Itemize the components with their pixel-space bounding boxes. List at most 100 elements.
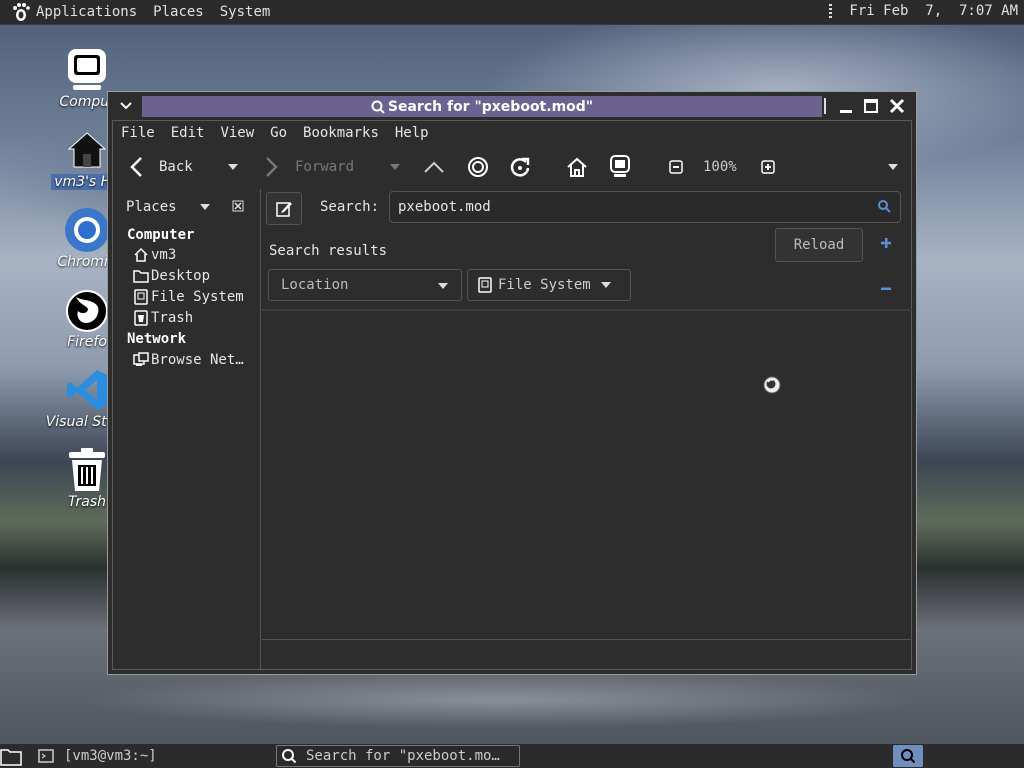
places-menu[interactable]: Places — [153, 4, 204, 20]
forward-button[interactable]: Forward — [263, 147, 354, 187]
clock[interactable]: Fri Feb 7, 7:07 AM — [849, 3, 1018, 19]
sidebar-item-label: Desktop — [151, 268, 211, 284]
desktop-icon-label: Trash — [68, 494, 106, 510]
menu-view[interactable]: View — [220, 125, 254, 141]
location-bar: Places Search: — [113, 189, 911, 225]
menu-go[interactable]: Go — [270, 125, 287, 141]
window-title: Search for "pxeboot.mod" — [387, 98, 594, 115]
toggle-location-button[interactable] — [266, 192, 302, 225]
workspace-switcher[interactable] — [893, 745, 923, 767]
computer-button[interactable] — [609, 147, 631, 187]
zoom-out-icon — [669, 160, 683, 174]
taskbar-item-label: Search for "pxeboot.mo… — [306, 748, 500, 764]
home-icon — [63, 126, 111, 174]
toolbar-overflow-dropdown[interactable] — [887, 147, 899, 187]
maximize-button[interactable] — [860, 96, 882, 116]
menu-edit[interactable]: Edit — [171, 125, 205, 141]
menu-help[interactable]: Help — [395, 125, 429, 141]
back-arrow-icon — [130, 157, 142, 177]
search-input[interactable] — [389, 191, 901, 223]
forward-history-dropdown[interactable] — [389, 147, 401, 187]
sidebar-item-vm3[interactable]: vm3 — [133, 247, 176, 263]
back-button[interactable]: Back — [129, 147, 193, 187]
gnome-foot-icon[interactable] — [10, 1, 32, 23]
sidebar-item-browse-network[interactable]: Browse Net… — [133, 352, 244, 368]
minimize-button[interactable] — [835, 96, 857, 116]
zoom-in-icon — [761, 160, 775, 174]
up-button[interactable] — [423, 147, 445, 187]
menubar: File Edit View Go Bookmarks Help — [113, 121, 437, 145]
home-button[interactable] — [565, 147, 589, 187]
computer-icon — [63, 46, 111, 94]
zoom-level[interactable]: 100% — [703, 147, 737, 187]
menu-bookmarks[interactable]: Bookmarks — [303, 125, 379, 141]
show-desktop-icon[interactable] — [0, 745, 22, 767]
panel-handle[interactable] — [829, 4, 832, 20]
sidebar-item-file-system[interactable]: File System — [133, 289, 244, 305]
close-button[interactable] — [886, 96, 908, 116]
zoom-in-button[interactable] — [761, 147, 775, 187]
trash-icon — [63, 446, 111, 494]
bottom-panel: [vm3@vm3:~] Search for "pxeboot.mo… — [0, 744, 1024, 768]
taskbar-item-search[interactable]: Search for "pxeboot.mo… — [276, 745, 520, 767]
network-icon — [133, 352, 149, 368]
system-menu[interactable]: System — [220, 4, 271, 20]
add-criterion-icon[interactable] — [880, 237, 892, 253]
firefox-icon — [63, 286, 111, 334]
sidebar-divider[interactable] — [260, 189, 261, 669]
sidebar-item-label: vm3 — [151, 247, 177, 263]
taskbar-item-label: [vm3@vm3:~] — [64, 748, 157, 764]
reload-icon — [510, 157, 530, 177]
window-menu-chevron-icon[interactable] — [116, 98, 136, 114]
computer-icon — [610, 155, 630, 177]
folder-icon — [133, 268, 149, 284]
search-results-label: Search results — [269, 243, 388, 259]
sidebar-heading-network: Network — [127, 331, 187, 347]
menu-file[interactable]: File — [121, 125, 155, 141]
toolbar: Back Forward 100% — [113, 147, 911, 187]
chevron-down-icon — [438, 283, 448, 289]
sidebar-selector[interactable]: Places — [126, 199, 211, 215]
places-sidebar: Computer vm3 Desktop File System Trash N… — [113, 227, 260, 667]
reload-button[interactable] — [509, 147, 531, 187]
chromium-icon — [63, 206, 111, 254]
desktop-icon-label: Firefo — [67, 334, 107, 350]
zoom-out-button[interactable] — [669, 147, 683, 187]
forward-arrow-icon — [266, 157, 278, 177]
criterion-location-select[interactable]: File System — [467, 269, 631, 301]
stop-icon — [468, 157, 488, 177]
sidebar-item-label: File System — [151, 289, 244, 305]
drive-icon — [478, 277, 492, 293]
window-title-bar[interactable]: Search for "pxeboot.mod" — [142, 96, 822, 117]
search-results-pane: Search results Reload Location File Syst… — [262, 227, 912, 669]
criterion-type-select[interactable]: Location — [268, 269, 462, 301]
stop-button[interactable] — [467, 147, 489, 187]
back-label: Back — [159, 159, 193, 175]
applications-menu[interactable]: Applications — [36, 4, 137, 20]
places-label: Places — [126, 199, 177, 215]
terminal-icon — [38, 749, 54, 763]
edit-icon — [276, 201, 292, 217]
reload-search-button[interactable]: Reload — [775, 228, 863, 262]
drive-icon — [133, 289, 149, 305]
results-list[interactable] — [262, 309, 912, 641]
search-go-icon[interactable] — [877, 199, 891, 217]
trash-icon — [133, 310, 149, 326]
taskbar-item-terminal[interactable]: [vm3@vm3:~] — [38, 745, 157, 767]
back-history-dropdown[interactable] — [227, 147, 239, 187]
chevron-down-icon — [390, 164, 400, 170]
window-titlebar[interactable]: Search for "pxeboot.mod" — [108, 92, 916, 120]
sidebar-item-trash[interactable]: Trash — [133, 310, 193, 326]
home-icon — [133, 247, 149, 263]
chevron-down-icon — [200, 204, 211, 210]
remove-criterion-icon[interactable] — [880, 280, 892, 295]
sidebar-item-label: Trash — [151, 310, 194, 326]
search-icon — [371, 100, 385, 114]
close-sidebar-icon[interactable] — [232, 200, 244, 216]
search-icon — [901, 749, 916, 764]
forward-label: Forward — [295, 159, 355, 175]
statusbar-divider — [262, 639, 912, 640]
vscode-icon — [63, 366, 111, 414]
sidebar-item-desktop[interactable]: Desktop — [133, 268, 210, 284]
top-panel: Applications Places System Fri Feb 7, 7:… — [0, 0, 1024, 25]
